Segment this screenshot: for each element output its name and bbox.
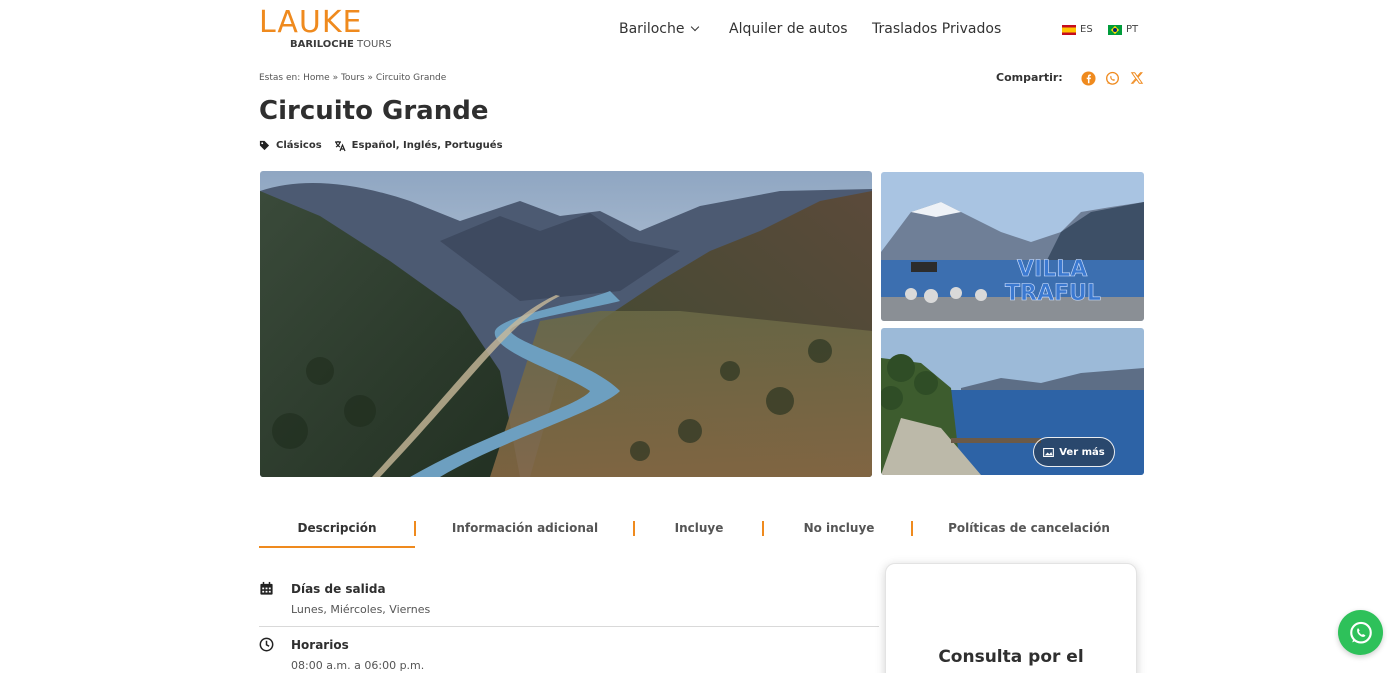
tab-separator — [911, 521, 913, 536]
tag-icon — [259, 140, 270, 151]
tab-descripcion[interactable]: Descripción — [259, 516, 415, 548]
breadcrumb-tours[interactable]: Tours — [341, 73, 365, 83]
detail-text: Lunes, Miércoles, Viernes — [291, 603, 431, 616]
calendar-icon — [259, 581, 275, 597]
facebook-icon[interactable] — [1081, 70, 1097, 86]
tour-category: Clásicos — [259, 139, 322, 152]
whatsapp-icon — [1349, 621, 1372, 643]
language-icon — [334, 140, 346, 151]
tour-meta: Clásicos Español, Inglés, Portugués — [259, 139, 515, 152]
breadcrumb: Estas en: Home » Tours » Circuito Grande — [259, 72, 446, 84]
tour-languages: Español, Inglés, Portugués — [334, 139, 503, 152]
tab-no-incluye[interactable]: No incluye — [779, 516, 899, 548]
villa-traful-sign: VILLA — [1017, 257, 1087, 282]
image-icon — [1043, 447, 1055, 457]
nav-item-alquiler-autos[interactable]: Alquiler de autos — [729, 20, 848, 38]
ver-mas-label: Ver más — [1059, 446, 1105, 458]
tab-separator — [633, 521, 635, 536]
page-title: Circuito Grande — [259, 96, 489, 126]
consulta-card: Consulta por el — [885, 563, 1137, 673]
nav-item-bariloche[interactable]: Bariloche — [619, 20, 700, 38]
nav-item-label: Bariloche — [619, 21, 685, 37]
share-label: Compartir: — [996, 71, 1063, 84]
tab-informacion-adicional[interactable]: Información adicional — [435, 516, 615, 548]
share-bar: Compartir: — [996, 70, 1153, 86]
whatsapp-icon[interactable] — [1105, 70, 1121, 86]
lang-pt-label: PT — [1126, 24, 1139, 35]
breadcrumb-home[interactable]: Home — [303, 73, 330, 83]
tab-incluye[interactable]: Incluye — [649, 516, 749, 548]
lang-es-label: ES — [1080, 24, 1093, 35]
tour-category-label: Clásicos — [276, 140, 322, 151]
logo-sub-bold: BARILOCHE — [290, 39, 354, 50]
chevron-down-icon — [691, 22, 700, 32]
brazil-flag-icon — [1108, 24, 1122, 35]
detail-heading: Horarios — [291, 638, 349, 652]
whatsapp-float-button[interactable] — [1338, 610, 1383, 655]
tab-separator — [414, 521, 416, 536]
gallery-main-image[interactable] — [260, 171, 872, 477]
consulta-text: Consulta por el — [938, 647, 1084, 667]
spain-flag-icon — [1062, 24, 1076, 35]
tour-languages-label: Español, Inglés, Portugués — [351, 140, 503, 151]
villa-traful-sign: TRAFUL — [1005, 281, 1101, 306]
clock-icon — [259, 637, 275, 653]
detail-heading: Días de salida — [291, 582, 386, 596]
detail-dias-salida: Días de salida Lunes, Miércoles, Viernes — [259, 581, 879, 621]
breadcrumb-separator: » — [367, 73, 373, 83]
tour-tabs: Descripción Información adicional Incluy… — [259, 516, 1144, 548]
nav-item-traslados[interactable]: Traslados Privados — [872, 20, 1001, 38]
lang-es[interactable]: ES — [1062, 23, 1093, 36]
x-icon[interactable] — [1129, 70, 1145, 86]
gallery-image-villa-traful[interactable]: VILLA TRAFUL — [881, 172, 1144, 321]
logo-subtitle: BARILOCHE TOURS — [290, 39, 392, 51]
breadcrumb-separator: » — [332, 73, 339, 83]
breadcrumb-prefix: Estas en: — [259, 73, 301, 83]
tab-separator — [762, 521, 764, 536]
detail-divider — [259, 626, 879, 627]
detail-horarios: Horarios 08:00 a.m. a 06:00 p.m. — [259, 637, 879, 673]
logo-wordmark: LAUKE — [259, 5, 363, 40]
brand-logo[interactable]: LAUKE BARILOCHE TOURS — [259, 5, 392, 52]
breadcrumb-current: Circuito Grande — [375, 73, 447, 83]
tab-politicas-cancelacion[interactable]: Políticas de cancelación — [929, 516, 1129, 548]
ver-mas-button[interactable]: Ver más — [1033, 437, 1115, 467]
lang-pt[interactable]: PT — [1108, 23, 1138, 36]
detail-text: 08:00 a.m. a 06:00 p.m. — [291, 659, 425, 672]
logo-sub-light: TOURS — [357, 39, 392, 50]
